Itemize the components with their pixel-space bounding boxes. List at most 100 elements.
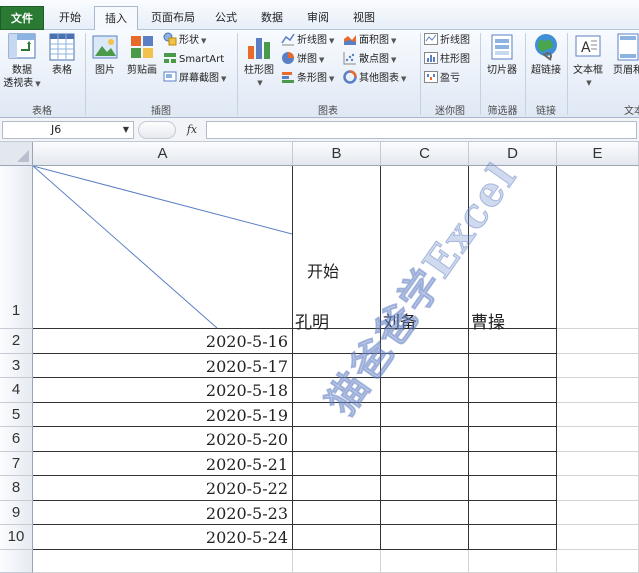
select-all-button[interactable] — [0, 142, 33, 166]
cell-d1[interactable]: 曹操 — [469, 166, 557, 333]
cell-d5[interactable] — [469, 402, 557, 427]
cell-d4[interactable] — [469, 378, 557, 403]
cell-a4[interactable]: 2020-5-18 — [33, 378, 293, 403]
tab-page-layout[interactable]: 页面布局 — [144, 8, 202, 30]
cell-a2[interactable]: 2020-5-16 — [33, 329, 293, 354]
cell-a3[interactable]: 2020-5-17 — [33, 353, 293, 378]
cell-a6[interactable]: 2020-5-20 — [33, 427, 293, 452]
cell-e1[interactable] — [557, 166, 639, 329]
cell-b11[interactable] — [293, 549, 381, 573]
cell-c9[interactable] — [381, 500, 469, 525]
cell-d11[interactable] — [469, 549, 557, 573]
cell-e7[interactable] — [557, 451, 639, 476]
clipart-button[interactable]: 剪贴画 — [124, 32, 160, 77]
cell-e10[interactable] — [557, 525, 639, 550]
cell-a1[interactable] — [33, 166, 293, 329]
cell-e3[interactable] — [557, 353, 639, 378]
header-footer-button[interactable]: 页眉和 — [608, 32, 639, 77]
cell-c5[interactable] — [381, 402, 469, 427]
cell-d8[interactable] — [469, 476, 557, 501]
cell-c6[interactable] — [381, 427, 469, 452]
cell-c11[interactable] — [381, 549, 469, 573]
row-header-1[interactable]: 1 — [0, 166, 33, 329]
area-chart-button[interactable]: 面积图 ▼ — [343, 32, 396, 50]
cell-b7[interactable] — [293, 451, 381, 476]
pivot-table-button[interactable]: 数据 透视表 ▼ — [2, 32, 42, 91]
cell-c2[interactable] — [381, 329, 469, 354]
cell-c3[interactable] — [381, 353, 469, 378]
other-charts-button[interactable]: 其他图表 ▼ — [343, 70, 406, 88]
cell-b5[interactable] — [293, 402, 381, 427]
column-header-c[interactable]: C — [381, 142, 469, 166]
tab-data[interactable]: 数据 — [252, 8, 292, 30]
cell-b8[interactable] — [293, 476, 381, 501]
cell-a11[interactable] — [33, 549, 293, 573]
sparkline-column-button[interactable]: 柱形图 — [424, 51, 470, 69]
formula-bar-expand-handle[interactable] — [138, 121, 176, 139]
cell-c4[interactable] — [381, 378, 469, 403]
cell-a8[interactable]: 2020-5-22 — [33, 476, 293, 501]
column-chart-button[interactable]: 柱形图 ▼ — [240, 32, 278, 90]
column-header-b[interactable]: B — [293, 142, 381, 166]
scatter-chart-button[interactable]: 散点图 ▼ — [343, 51, 396, 69]
cell-d3[interactable] — [469, 353, 557, 378]
cell-d7[interactable] — [469, 451, 557, 476]
cell-e11[interactable] — [557, 549, 639, 573]
table-button[interactable]: 表格 — [44, 32, 80, 77]
cell-d6[interactable] — [469, 427, 557, 452]
cell-e5[interactable] — [557, 402, 639, 427]
column-chart-caret[interactable]: ▼ — [242, 77, 278, 90]
picture-button[interactable]: 图片 — [88, 32, 122, 77]
pie-chart-button[interactable]: 饼图 ▼ — [281, 51, 324, 69]
row-header-6[interactable]: 6 — [0, 427, 33, 452]
screenshot-button[interactable]: 屏幕截图 ▼ — [163, 70, 226, 88]
cell-e4[interactable] — [557, 378, 639, 403]
cell-d2[interactable] — [469, 329, 557, 354]
cell-e8[interactable] — [557, 476, 639, 501]
cell-b6[interactable] — [293, 427, 381, 452]
cell-b1[interactable]: 开始 孔明 — [293, 166, 381, 333]
cell-e2[interactable] — [557, 329, 639, 354]
cell-a9[interactable]: 2020-5-23 — [33, 500, 293, 525]
cell-c7[interactable] — [381, 451, 469, 476]
tab-home[interactable]: 开始 — [50, 8, 90, 30]
row-header-10[interactable]: 10 — [0, 525, 33, 550]
cell-e6[interactable] — [557, 427, 639, 452]
shapes-button[interactable]: 形状 ▼ — [163, 32, 206, 50]
tab-formulas[interactable]: 公式 — [206, 8, 246, 30]
smartart-button[interactable]: SmartArt — [163, 51, 224, 69]
column-header-e[interactable]: E — [557, 142, 639, 166]
name-box[interactable]: J6 ▼ — [2, 121, 134, 139]
cell-a5[interactable]: 2020-5-19 — [33, 402, 293, 427]
slicer-button[interactable]: 切片器 — [482, 32, 522, 77]
cell-d9[interactable] — [469, 500, 557, 525]
tab-view[interactable]: 视图 — [344, 8, 384, 30]
bar-chart-button[interactable]: 条形图 ▼ — [281, 70, 334, 88]
textbox-button[interactable]: A 文本框 ▼ — [570, 32, 606, 90]
tab-insert[interactable]: 插入 — [94, 6, 138, 31]
row-header-9[interactable]: 9 — [0, 500, 33, 525]
formula-input[interactable] — [206, 121, 637, 139]
row-header-5[interactable]: 5 — [0, 402, 33, 427]
column-header-a[interactable]: A — [33, 142, 293, 166]
cell-c10[interactable] — [381, 525, 469, 550]
row-header-2[interactable]: 2 — [0, 329, 33, 354]
row-header-7[interactable]: 7 — [0, 451, 33, 476]
cell-a10[interactable]: 2020-5-24 — [33, 525, 293, 550]
row-header-11[interactable] — [0, 549, 33, 573]
cell-b9[interactable] — [293, 500, 381, 525]
sparkline-line-button[interactable]: 折线图 — [424, 32, 470, 50]
row-header-3[interactable]: 3 — [0, 353, 33, 378]
cell-e9[interactable] — [557, 500, 639, 525]
textbox-caret[interactable]: ▼ — [572, 77, 606, 90]
cell-d10[interactable] — [469, 525, 557, 550]
sparkline-winloss-button[interactable]: 盈亏 — [424, 70, 460, 88]
hyperlink-button[interactable]: 超链接 — [526, 32, 566, 77]
line-chart-button[interactable]: 折线图 ▼ — [281, 32, 334, 50]
name-box-dropdown-icon[interactable]: ▼ — [123, 122, 129, 138]
cell-b3[interactable] — [293, 353, 381, 378]
cell-b2[interactable] — [293, 329, 381, 354]
column-header-d[interactable]: D — [469, 142, 557, 166]
row-header-8[interactable]: 8 — [0, 476, 33, 501]
cell-b10[interactable] — [293, 525, 381, 550]
